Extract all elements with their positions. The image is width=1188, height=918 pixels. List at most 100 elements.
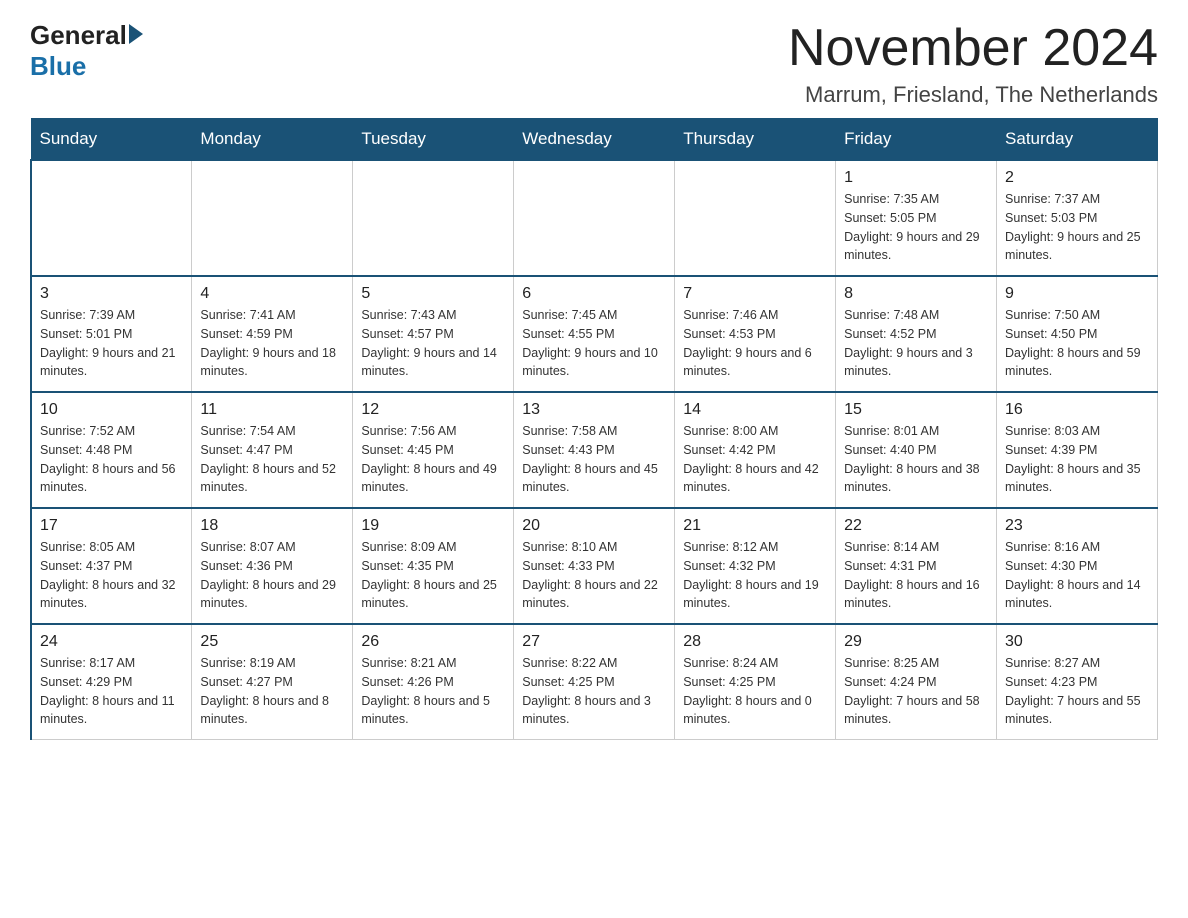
day-number: 7 — [683, 285, 827, 303]
day-number: 9 — [1005, 285, 1149, 303]
logo: General Blue — [30, 20, 143, 82]
page-header: General Blue November 2024 Marrum, Fries… — [30, 20, 1158, 108]
day-info: Sunrise: 8:14 AM Sunset: 4:31 PM Dayligh… — [844, 538, 988, 613]
day-cell: 15Sunrise: 8:01 AM Sunset: 4:40 PM Dayli… — [836, 392, 997, 508]
day-cell: 29 Sunrise: 8:25 AM Sunset: 4:24 PM Dayli… — [836, 624, 997, 740]
day-number: 25 — [200, 633, 344, 651]
day-cell: 26 Sunrise: 8:21 AM Sunset: 4:26 PM Dayli… — [353, 624, 514, 740]
day-cell — [675, 160, 836, 276]
day-info: Sunrise: 7:45 AM Sunset: 4:55 PM Dayligh… — [522, 306, 666, 381]
day-info: Sunrise: 7:46 AM Sunset: 4:53 PM Dayligh… — [683, 306, 827, 381]
day-cell: 1 Sunrise: 7:35 AM Sunset: 5:05 PM Daylig… — [836, 160, 997, 276]
day-cell: 23 Sunrise: 8:16 AM Sunset: 4:30 PM Dayli… — [997, 508, 1158, 624]
header-friday: Friday — [836, 119, 997, 161]
day-cell: 4 Sunrise: 7:41 AM Sunset: 4:59 PM Daylig… — [192, 276, 353, 392]
title-block: November 2024 Marrum, Friesland, The Net… — [788, 20, 1158, 108]
day-number: 2 — [1005, 169, 1149, 187]
day-info: Sunrise: 7:39 AM Sunset: 5:01 PM Dayligh… — [40, 306, 183, 381]
day-info: Sunrise: 7:56 AM Sunset: 4:45 PM Dayligh… — [361, 422, 505, 497]
day-info: Sunrise: 7:48 AM Sunset: 4:52 PM Dayligh… — [844, 306, 988, 381]
day-number: 20 — [522, 517, 666, 535]
week-row-4: 17 Sunrise: 8:05 AM Sunset: 4:37 PM Dayli… — [31, 508, 1158, 624]
week-row-1: 1 Sunrise: 7:35 AM Sunset: 5:05 PM Daylig… — [31, 160, 1158, 276]
day-number: 28 — [683, 633, 827, 651]
day-cell: 21Sunrise: 8:12 AM Sunset: 4:32 PM Dayli… — [675, 508, 836, 624]
header-tuesday: Tuesday — [353, 119, 514, 161]
day-number: 8 — [844, 285, 988, 303]
day-info: Sunrise: 8:00 AM Sunset: 4:42 PM Dayligh… — [683, 422, 827, 497]
day-info: Sunrise: 8:25 AM Sunset: 4:24 PM Dayligh… — [844, 654, 988, 729]
day-cell: 27 Sunrise: 8:22 AM Sunset: 4:25 PM Dayli… — [514, 624, 675, 740]
day-info: Sunrise: 8:16 AM Sunset: 4:30 PM Dayligh… — [1005, 538, 1149, 613]
week-row-3: 10 Sunrise: 7:52 AM Sunset: 4:48 PM Dayli… — [31, 392, 1158, 508]
day-number: 27 — [522, 633, 666, 651]
day-number: 11 — [200, 401, 344, 419]
day-cell — [192, 160, 353, 276]
day-number: 3 — [40, 285, 183, 303]
day-info: Sunrise: 8:24 AM Sunset: 4:25 PM Dayligh… — [683, 654, 827, 729]
header-thursday: Thursday — [675, 119, 836, 161]
header-sunday: Sunday — [31, 119, 192, 161]
day-info: Sunrise: 7:37 AM Sunset: 5:03 PM Dayligh… — [1005, 190, 1149, 265]
day-cell: 2 Sunrise: 7:37 AM Sunset: 5:03 PM Daylig… — [997, 160, 1158, 276]
day-cell: 28 Sunrise: 8:24 AM Sunset: 4:25 PM Dayli… — [675, 624, 836, 740]
header-saturday: Saturday — [997, 119, 1158, 161]
calendar-header-row: SundayMondayTuesdayWednesdayThursdayFrid… — [31, 119, 1158, 161]
day-cell: 3 Sunrise: 7:39 AM Sunset: 5:01 PM Daylig… — [31, 276, 192, 392]
day-cell: 13 Sunrise: 7:58 AM Sunset: 4:43 PM Dayli… — [514, 392, 675, 508]
day-info: Sunrise: 8:07 AM Sunset: 4:36 PM Dayligh… — [200, 538, 344, 613]
day-number: 17 — [40, 517, 183, 535]
day-info: Sunrise: 8:17 AM Sunset: 4:29 PM Dayligh… — [40, 654, 183, 729]
day-cell: 14 Sunrise: 8:00 AM Sunset: 4:42 PM Dayli… — [675, 392, 836, 508]
day-number: 23 — [1005, 517, 1149, 535]
day-info: Sunrise: 7:43 AM Sunset: 4:57 PM Dayligh… — [361, 306, 505, 381]
day-number: 5 — [361, 285, 505, 303]
day-number: 16 — [1005, 401, 1149, 419]
day-number: 14 — [683, 401, 827, 419]
day-info: Sunrise: 8:27 AM Sunset: 4:23 PM Dayligh… — [1005, 654, 1149, 729]
calendar-table: SundayMondayTuesdayWednesdayThursdayFrid… — [30, 118, 1158, 740]
day-number: 21 — [683, 517, 827, 535]
day-number: 10 — [40, 401, 183, 419]
day-number: 26 — [361, 633, 505, 651]
day-info: Sunrise: 8:05 AM Sunset: 4:37 PM Dayligh… — [40, 538, 183, 613]
day-number: 12 — [361, 401, 505, 419]
day-info: Sunrise: 8:10 AM Sunset: 4:33 PM Dayligh… — [522, 538, 666, 613]
day-number: 4 — [200, 285, 344, 303]
week-row-2: 3 Sunrise: 7:39 AM Sunset: 5:01 PM Daylig… — [31, 276, 1158, 392]
day-info: Sunrise: 8:03 AM Sunset: 4:39 PM Dayligh… — [1005, 422, 1149, 497]
day-cell: 11Sunrise: 7:54 AM Sunset: 4:47 PM Dayli… — [192, 392, 353, 508]
logo-general-text: General — [30, 20, 143, 51]
day-cell: 5 Sunrise: 7:43 AM Sunset: 4:57 PM Daylig… — [353, 276, 514, 392]
day-number: 13 — [522, 401, 666, 419]
day-number: 15 — [844, 401, 988, 419]
day-info: Sunrise: 7:52 AM Sunset: 4:48 PM Dayligh… — [40, 422, 183, 497]
day-number: 24 — [40, 633, 183, 651]
header-monday: Monday — [192, 119, 353, 161]
day-cell: 9Sunrise: 7:50 AM Sunset: 4:50 PM Daylig… — [997, 276, 1158, 392]
day-info: Sunrise: 7:41 AM Sunset: 4:59 PM Dayligh… — [200, 306, 344, 381]
header-wednesday: Wednesday — [514, 119, 675, 161]
day-cell: 17 Sunrise: 8:05 AM Sunset: 4:37 PM Dayli… — [31, 508, 192, 624]
day-cell — [514, 160, 675, 276]
day-number: 30 — [1005, 633, 1149, 651]
day-cell: 22 Sunrise: 8:14 AM Sunset: 4:31 PM Dayli… — [836, 508, 997, 624]
month-title: November 2024 — [788, 20, 1158, 77]
logo-general-word: General — [30, 20, 127, 51]
day-info: Sunrise: 8:21 AM Sunset: 4:26 PM Dayligh… — [361, 654, 505, 729]
day-info: Sunrise: 7:58 AM Sunset: 4:43 PM Dayligh… — [522, 422, 666, 497]
day-cell: 16 Sunrise: 8:03 AM Sunset: 4:39 PM Dayli… — [997, 392, 1158, 508]
day-cell — [353, 160, 514, 276]
day-number: 22 — [844, 517, 988, 535]
day-cell: 19Sunrise: 8:09 AM Sunset: 4:35 PM Dayli… — [353, 508, 514, 624]
day-number: 6 — [522, 285, 666, 303]
day-info: Sunrise: 7:35 AM Sunset: 5:05 PM Dayligh… — [844, 190, 988, 265]
day-number: 29 — [844, 633, 988, 651]
day-number: 1 — [844, 169, 988, 187]
logo-arrow-icon — [129, 24, 143, 44]
day-info: Sunrise: 8:22 AM Sunset: 4:25 PM Dayligh… — [522, 654, 666, 729]
location-title: Marrum, Friesland, The Netherlands — [788, 82, 1158, 108]
week-row-5: 24 Sunrise: 8:17 AM Sunset: 4:29 PM Dayli… — [31, 624, 1158, 740]
day-cell — [31, 160, 192, 276]
day-number: 18 — [200, 517, 344, 535]
